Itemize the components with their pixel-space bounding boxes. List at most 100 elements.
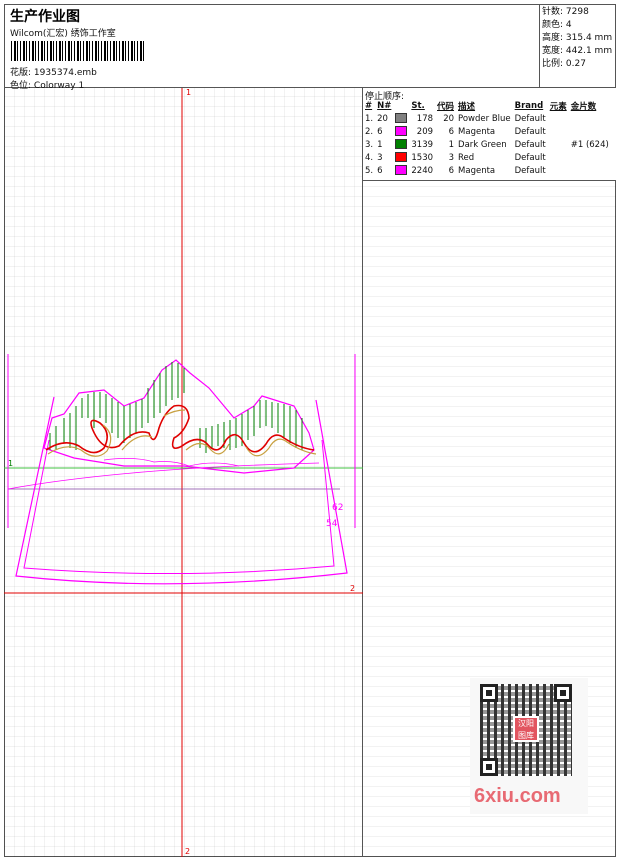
design-file-line: 花版: 1935374.emb: [10, 65, 97, 78]
table-row[interactable]: 1. 20 178 20 Powder Blue Default: [363, 112, 611, 125]
axis-label-left: 1: [8, 459, 13, 468]
stat-label: 宽度:: [542, 46, 564, 56]
table-row[interactable]: 5. 6 2240 6 Magenta Default: [363, 164, 611, 177]
needle-number: 6: [377, 126, 383, 137]
color-swatch-cell: [393, 151, 409, 164]
color-description: Powder Blue: [458, 113, 511, 124]
stitch-count: 2240: [411, 165, 434, 176]
brand: Default: [514, 126, 546, 137]
sequins: [569, 125, 611, 138]
element: [548, 164, 569, 177]
color-swatch-cell: [393, 138, 409, 151]
col-header: [393, 100, 409, 112]
col-header: Brand: [514, 101, 544, 111]
stat-label: 颜色:: [542, 20, 564, 30]
design-file: 1935374.emb: [33, 68, 97, 78]
stat-stitches: 针数: 7298: [542, 6, 616, 19]
stat-colors: 颜色: 4: [542, 19, 616, 32]
table-row[interactable]: 4. 3 1530 3 Red Default: [363, 151, 611, 164]
stitch-count: 178: [416, 113, 434, 124]
stat-value: 0.27: [565, 59, 586, 69]
color-swatch: [395, 152, 408, 163]
design-label: 花版:: [10, 68, 32, 78]
label-62: 62: [332, 503, 343, 513]
brand: Default: [514, 113, 546, 124]
stitch-count: 209: [416, 126, 434, 137]
sequins: [569, 112, 611, 125]
col-header: 金片数: [570, 102, 597, 112]
stop-sequence-table: # N# St. 代码 描述 Brand 元素 金片数 1. 20 178 20…: [363, 100, 611, 177]
sequins: [569, 151, 611, 164]
sequins: [569, 164, 611, 177]
color-code: 3: [448, 152, 455, 163]
barcode: [11, 41, 144, 61]
curve-guide: [7, 462, 320, 490]
stat-height: 高度: 315.4 mm: [542, 32, 616, 45]
color-code: 6: [448, 165, 455, 176]
green-fill-hatch: [49, 362, 303, 453]
stat-value: 442.1 mm: [565, 46, 613, 56]
stat-value: 315.4 mm: [565, 33, 613, 43]
watermark-brand: 6xiu.com: [474, 785, 561, 807]
page-title: 生产作业图: [10, 9, 80, 25]
row-index: 3.: [365, 139, 374, 150]
color-swatch-cell: [393, 164, 409, 177]
col-header: 代码: [437, 102, 455, 112]
embroidery-preview: 1 1 2 2 62 54: [4, 88, 363, 857]
col-header: N#: [377, 101, 392, 111]
stat-label: 针数:: [542, 7, 564, 17]
col-header: #: [365, 101, 373, 111]
element: [548, 151, 569, 164]
red-wavy-outline: [45, 404, 315, 454]
stat-width: 宽度: 442.1 mm: [542, 45, 616, 58]
color-swatch-cell: [393, 125, 409, 138]
qr-center-logo: 汉阳 图库: [513, 716, 539, 742]
base-outline: [103, 458, 240, 467]
needle-number: 20: [377, 113, 388, 124]
stat-value: 7298: [565, 7, 589, 17]
element: [548, 112, 569, 125]
stitch-count: 1530: [411, 152, 434, 163]
row-index: 1.: [365, 113, 374, 124]
table-header-row: # N# St. 代码 描述 Brand 元素 金片数: [363, 100, 611, 112]
header-panel: 生产作业图 Wilcom(汇宏) 绣饰工作室 花版: 1935374.emb 色…: [4, 4, 540, 91]
col-header: 元素: [549, 102, 567, 112]
axis-label-bottom: 2: [185, 847, 190, 856]
color-code: 20: [443, 113, 455, 124]
stat-value: 4: [565, 20, 572, 30]
studio-name: Wilcom(汇宏) 绣饰工作室: [10, 29, 116, 39]
design-canvas[interactable]: 1 1 2 2 62 54: [4, 88, 363, 857]
mountain-outline: [43, 359, 315, 474]
color-swatch: [395, 126, 408, 137]
color-description: Magenta: [458, 126, 496, 137]
table-row[interactable]: 2. 6 209 6 Magenta Default: [363, 125, 611, 138]
stitch-count: 3139: [411, 139, 434, 150]
stats-panel: 针数: 7298 颜色: 4 高度: 315.4 mm 宽度: 442.1 mm…: [540, 4, 616, 88]
axis-label-top: 1: [186, 88, 191, 97]
watermark-card: 汉阳 图库 6xiu.com: [470, 678, 588, 814]
brand: Default: [514, 152, 546, 163]
color-swatch: [395, 165, 408, 176]
col-header: St.: [411, 101, 425, 111]
qr-finder: [480, 758, 498, 776]
col-header: 描述: [458, 102, 476, 112]
row-index: 4.: [365, 152, 374, 163]
needle-number: 6: [377, 165, 383, 176]
qr-finder: [480, 684, 498, 702]
color-description: Red: [458, 152, 475, 163]
label-54: 54: [326, 519, 338, 529]
needle-number: 3: [377, 152, 383, 163]
color-description: Dark Green: [458, 139, 507, 150]
axis-label-right: 2: [350, 584, 355, 593]
element: [548, 125, 569, 138]
color-code: 6: [448, 126, 455, 137]
color-swatch-cell: [393, 112, 409, 125]
sequins: #1 (624): [570, 139, 609, 150]
qr-finder: [554, 684, 572, 702]
stop-sequence-panel: 停止顺序: # N# St. 代码 描述 Brand 元素 金片数 1. 20 …: [363, 88, 616, 181]
table-row[interactable]: 3. 1 3139 1 Dark Green Default #1 (624): [363, 138, 611, 151]
color-description: Magenta: [458, 165, 496, 176]
qr-code: 汉阳 图库: [480, 684, 572, 776]
color-swatch: [395, 139, 408, 150]
stat-label: 高度:: [542, 33, 564, 43]
